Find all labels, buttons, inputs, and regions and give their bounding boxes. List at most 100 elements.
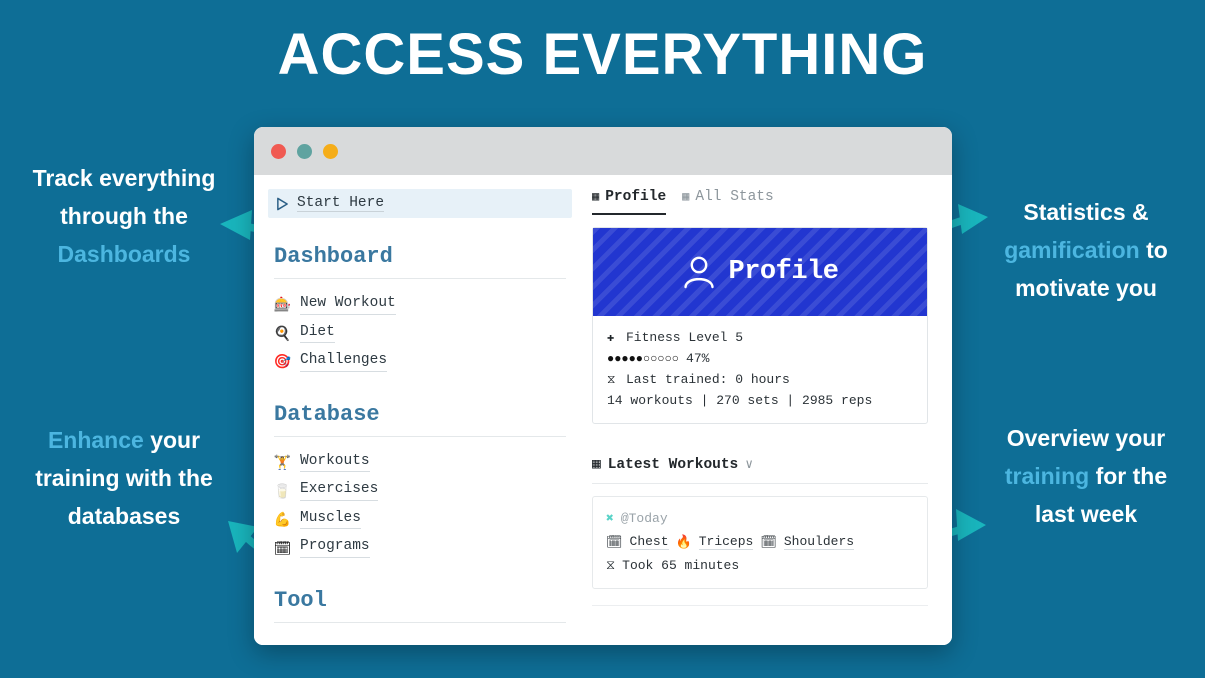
sidebar-item-label: Diet <box>300 323 335 344</box>
chevron-down-icon: ∨ <box>745 457 754 472</box>
plus-icon: ✚ <box>607 330 615 345</box>
callout-tr-line1b: to <box>1146 236 1168 263</box>
totals-text: 14 workouts | 270 sets | 2985 reps <box>607 393 873 408</box>
window-body: Start Here Dashboard 🎰 New Workout 🍳 Die… <box>254 175 952 645</box>
page-title: ACCESS EVERYTHING <box>277 22 928 87</box>
calendar-icon: 🗓 <box>606 534 623 550</box>
hourglass-icon: ⧖ <box>607 372 616 387</box>
sidebar-section-tool-title: Tool <box>274 587 327 613</box>
sidebar-section-database-title: Database <box>274 401 380 427</box>
sidebar-item-workouts[interactable]: 🏋 Workouts <box>274 448 566 477</box>
calendar-icon: 🗓 <box>273 539 292 556</box>
workout-duration-row: ⧖ Took 65 minutes <box>606 554 914 577</box>
tab-label: Profile <box>605 189 667 205</box>
sidebar-item-challenges[interactable]: 🎯 Challenges <box>274 347 566 376</box>
callout-top-right: Statistics & gamification to motivate yo… <box>975 194 1197 308</box>
sidebar-item-programs[interactable]: 🗓 Programs <box>274 533 566 562</box>
muscle-label: Shoulders <box>783 534 855 550</box>
workout-duration: Took 65 minutes <box>622 558 740 573</box>
calendar-icon: 🗓 <box>760 534 777 550</box>
kettlebell-icon: 🥛 <box>273 482 292 499</box>
callout-bottom-right: Overview your training for the last week <box>975 420 1197 534</box>
fire-icon: 🔥 <box>675 534 692 550</box>
sidebar-item-label: Workouts <box>300 452 370 473</box>
fitness-level-text: Fitness Level 5 <box>626 330 744 345</box>
last-trained-text: Last trained: 0 hours <box>626 372 790 387</box>
sidebar: Start Here Dashboard 🎰 New Workout 🍳 Die… <box>254 189 584 645</box>
workout-date-row: ✖ @Today <box>606 507 914 530</box>
callout-tl-line2: through the <box>60 202 188 229</box>
pin-icon: ✖ <box>606 511 614 526</box>
callout-bl-line3: databases <box>67 502 181 529</box>
profile-stats: ✚ Fitness Level 5 ●●●●●○○○○○ 47% ⧖ Last … <box>593 316 927 423</box>
callout-tr-line1: Statistics & <box>1023 199 1149 225</box>
workout-muscles-row: 🗓 Chest 🔥 Triceps 🗓 Shoulders <box>606 530 914 554</box>
weight-plates-icon: 🎰 <box>273 296 292 313</box>
sidebar-item-label: Exercises <box>300 480 379 501</box>
muscle-label: Chest <box>629 534 669 550</box>
main-panel: ▦ Profile ▦ All Stats Profile ✚ Fitness … <box>584 189 952 645</box>
callout-bl-line2: training with the <box>35 464 213 491</box>
callout-br-highlight: training <box>1004 462 1090 489</box>
divider <box>274 621 566 623</box>
latest-workouts-header[interactable]: ▦ Latest Workouts ∨ <box>592 456 928 474</box>
person-icon <box>683 256 714 289</box>
sidebar-item-label: Challenges <box>300 351 388 372</box>
grid-icon: ▦ <box>592 457 601 473</box>
tab-label: All Stats <box>695 189 774 205</box>
last-trained-row: ⧖ Last trained: 0 hours <box>607 369 913 390</box>
divider <box>592 605 928 606</box>
dart-target-icon: 🎯 <box>273 353 292 370</box>
progress-row: ●●●●●○○○○○ 47% <box>607 348 913 369</box>
app-window: Start Here Dashboard 🎰 New Workout 🍳 Die… <box>254 127 952 645</box>
grid-icon: ▦ <box>592 190 600 204</box>
sidebar-item-label: Muscles <box>300 509 361 530</box>
minimize-button[interactable] <box>297 143 312 159</box>
callout-br-line2: last week <box>1034 500 1138 527</box>
grid-icon: ▦ <box>682 190 690 204</box>
fitness-level-row: ✚ Fitness Level 5 <box>607 327 913 348</box>
sidebar-item-new-workout[interactable]: 🎰 New Workout <box>274 290 566 319</box>
profile-banner: Profile <box>593 228 927 316</box>
close-button[interactable] <box>271 143 286 159</box>
maximize-button[interactable] <box>323 143 338 159</box>
callout-top-left: Track everything through the Dashboards <box>10 160 238 274</box>
biceps-icon: 💪 <box>273 511 292 528</box>
play-triangle-icon <box>277 197 288 210</box>
callout-bottom-left: Enhance your training with the databases <box>10 422 238 536</box>
latest-workout-entry[interactable]: ✖ @Today 🗓 Chest 🔥 Triceps 🗓 Shoulders ⧖… <box>592 496 928 589</box>
diet-pan-icon: 🍳 <box>273 324 292 341</box>
tab-bar: ▦ Profile ▦ All Stats <box>592 189 928 215</box>
sidebar-item-label: Programs <box>300 537 370 558</box>
dumbbell-icon: 🏋 <box>273 453 292 470</box>
callout-tl-line1: Track everything <box>32 165 216 191</box>
callout-tr-highlight: gamification <box>1004 236 1140 263</box>
callout-bl-line1: your <box>150 427 201 453</box>
divider <box>592 483 928 484</box>
sidebar-item-start-here[interactable]: Start Here <box>268 189 572 218</box>
callout-tr-line2: motivate you <box>1015 274 1157 301</box>
hourglass-icon: ⧖ <box>606 558 616 573</box>
divider <box>274 278 566 279</box>
sidebar-item-muscles[interactable]: 💪 Muscles <box>274 505 566 534</box>
progress-percent: 47% <box>686 351 710 366</box>
callout-br-line1: Overview your <box>1006 425 1166 451</box>
profile-card: Profile ✚ Fitness Level 5 ●●●●●○○○○○ 47%… <box>592 227 928 424</box>
callout-tl-highlight: Dashboards <box>57 240 191 267</box>
progress-dots: ●●●●●○○○○○ <box>607 351 680 366</box>
sidebar-item-exercises[interactable]: 🥛 Exercises <box>274 476 566 505</box>
divider <box>274 435 566 437</box>
tab-all-stats[interactable]: ▦ All Stats <box>682 189 774 215</box>
callout-bl-highlight: Enhance <box>47 427 144 453</box>
window-titlebar <box>254 127 952 175</box>
start-here-label: Start Here <box>297 195 385 212</box>
sidebar-section-dashboard-title: Dashboard <box>274 244 393 269</box>
callout-br-line1b: for the <box>1095 462 1168 489</box>
workout-date: @Today <box>620 511 668 526</box>
sidebar-item-diet[interactable]: 🍳 Diet <box>274 319 566 348</box>
latest-workouts-title: Latest Workouts <box>607 456 739 473</box>
totals-row: 14 workouts | 270 sets | 2985 reps <box>607 390 913 411</box>
sidebar-item-label: New Workout <box>300 294 396 315</box>
tab-profile[interactable]: ▦ Profile <box>592 189 667 215</box>
profile-banner-title: Profile <box>728 257 839 287</box>
